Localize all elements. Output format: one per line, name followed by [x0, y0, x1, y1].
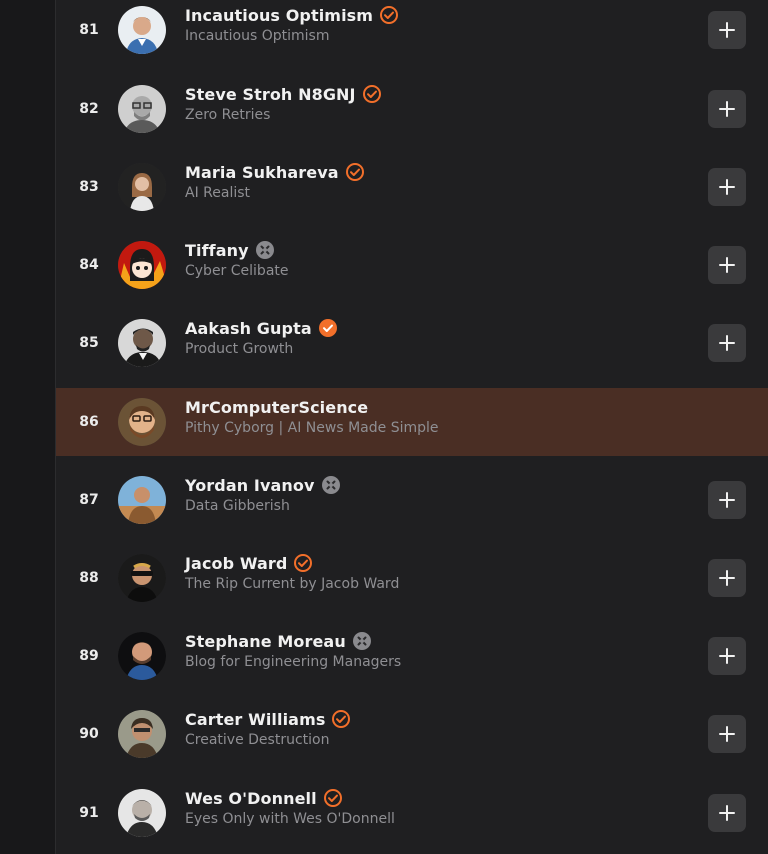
publication-subtitle: The Rip Current by Jacob Ward — [185, 576, 400, 592]
avatar[interactable] — [118, 632, 166, 680]
rank-number: 89 — [79, 648, 99, 664]
list-item-current[interactable]: 86 MrComputerScience Pithy Cyborg | AI N… — [56, 388, 768, 456]
follow-button[interactable] — [708, 324, 746, 362]
rank-number: 90 — [79, 726, 99, 742]
plus-icon — [719, 726, 735, 742]
rank-number: 82 — [79, 101, 99, 117]
rank-number: 83 — [79, 179, 99, 195]
publication-name[interactable]: Wes O'Donnell — [185, 789, 317, 808]
verified-icon — [345, 162, 365, 182]
list-item[interactable]: 91 Wes O'Donnell Eyes Only with Wes O'Do… — [56, 779, 768, 847]
avatar[interactable] — [118, 789, 166, 837]
avatar[interactable] — [118, 6, 166, 54]
avatar[interactable] — [118, 319, 166, 367]
name-line: Yordan Ivanov — [185, 474, 341, 496]
follow-button[interactable] — [708, 794, 746, 832]
publication-subtitle: Blog for Engineering Managers — [185, 654, 402, 670]
name-line: MrComputerScience — [185, 396, 368, 418]
gray-badge-icon — [255, 240, 275, 260]
verified-icon — [362, 84, 382, 104]
name-line: Steve Stroh N8GNJ — [185, 83, 382, 105]
follow-button[interactable] — [708, 90, 746, 128]
list-item[interactable]: 87 Yordan Ivanov Data Gibberish — [56, 466, 768, 534]
publication-subtitle: Creative Destruction — [185, 732, 330, 748]
plus-icon — [719, 805, 735, 821]
plus-icon — [719, 570, 735, 586]
follow-button[interactable] — [708, 481, 746, 519]
name-line: Carter Williams — [185, 708, 351, 730]
publication-subtitle: Eyes Only with Wes O'Donnell — [185, 811, 395, 827]
plus-icon — [719, 648, 735, 664]
publication-name[interactable]: Carter Williams — [185, 710, 325, 729]
name-line: Aakash Gupta — [185, 317, 338, 339]
list-item[interactable]: 81 Incautious Optimism Incautious Optimi… — [56, 0, 768, 64]
list-item[interactable]: 89 Stephane Moreau Blog for Engineering … — [56, 622, 768, 690]
publication-name[interactable]: Maria Sukhareva — [185, 163, 339, 182]
leaderboard-list: 81 Incautious Optimism Incautious Optimi… — [56, 0, 768, 854]
list-item[interactable]: 90 Carter Williams Creative Destruction — [56, 700, 768, 768]
rank-number: 84 — [79, 257, 99, 273]
avatar[interactable] — [118, 85, 166, 133]
publication-name[interactable]: Stephane Moreau — [185, 632, 346, 651]
list-item[interactable]: 82 Steve Stroh N8GNJ Zero Retries — [56, 75, 768, 143]
list-item[interactable]: 83 Maria Sukhareva AI Realist — [56, 153, 768, 221]
name-line: Maria Sukhareva — [185, 161, 365, 183]
verified-icon — [379, 5, 399, 25]
publication-subtitle: Pithy Cyborg | AI News Made Simple — [185, 420, 439, 436]
left-gutter — [0, 0, 56, 854]
rank-number: 87 — [79, 492, 99, 508]
name-line: Incautious Optimism — [185, 4, 399, 26]
rank-number: 91 — [79, 805, 99, 821]
publication-name[interactable]: Tiffany — [185, 241, 249, 260]
follow-button[interactable] — [708, 559, 746, 597]
publication-name[interactable]: Aakash Gupta — [185, 319, 312, 338]
verified-icon — [293, 553, 313, 573]
follow-button[interactable] — [708, 11, 746, 49]
plus-icon — [719, 101, 735, 117]
publication-subtitle: Product Growth — [185, 341, 294, 357]
avatar[interactable] — [118, 241, 166, 289]
name-line: Stephane Moreau — [185, 630, 372, 652]
publication-name[interactable]: MrComputerScience — [185, 398, 368, 417]
follow-button[interactable] — [708, 168, 746, 206]
publication-subtitle: Cyber Celibate — [185, 263, 289, 279]
name-line: Tiffany — [185, 239, 275, 261]
avatar[interactable] — [118, 398, 166, 446]
name-line: Wes O'Donnell — [185, 787, 343, 809]
publication-name[interactable]: Yordan Ivanov — [185, 476, 315, 495]
plus-icon — [719, 335, 735, 351]
follow-button[interactable] — [708, 715, 746, 753]
rank-number: 85 — [79, 335, 99, 351]
plus-icon — [719, 179, 735, 195]
follow-button[interactable] — [708, 637, 746, 675]
publication-name[interactable]: Jacob Ward — [185, 554, 287, 573]
plus-icon — [719, 22, 735, 38]
avatar[interactable] — [118, 163, 166, 211]
publication-subtitle: Zero Retries — [185, 107, 271, 123]
list-item[interactable]: 88 Jacob Ward The Rip Current by Jacob W… — [56, 544, 768, 612]
avatar[interactable] — [118, 554, 166, 602]
verified-icon — [331, 709, 351, 729]
gray-badge-icon — [321, 475, 341, 495]
verified-icon — [323, 788, 343, 808]
list-item[interactable]: 84 Tiffany Cyber Celibate — [56, 231, 768, 299]
rank-number: 86 — [79, 414, 99, 430]
publication-subtitle: Incautious Optimism — [185, 28, 330, 44]
list-item[interactable]: 85 Aakash Gupta Product Growth — [56, 309, 768, 377]
publication-subtitle: Data Gibberish — [185, 498, 290, 514]
gray-badge-icon — [352, 631, 372, 651]
publication-name[interactable]: Incautious Optimism — [185, 6, 373, 25]
avatar[interactable] — [118, 710, 166, 758]
plus-icon — [719, 257, 735, 273]
rank-number: 81 — [79, 22, 99, 38]
follow-button[interactable] — [708, 246, 746, 284]
publication-subtitle: AI Realist — [185, 185, 251, 201]
name-line: Jacob Ward — [185, 552, 313, 574]
avatar[interactable] — [118, 476, 166, 524]
publication-name[interactable]: Steve Stroh N8GNJ — [185, 85, 356, 104]
verified-icon — [318, 318, 338, 338]
rank-number: 88 — [79, 570, 99, 586]
plus-icon — [719, 492, 735, 508]
